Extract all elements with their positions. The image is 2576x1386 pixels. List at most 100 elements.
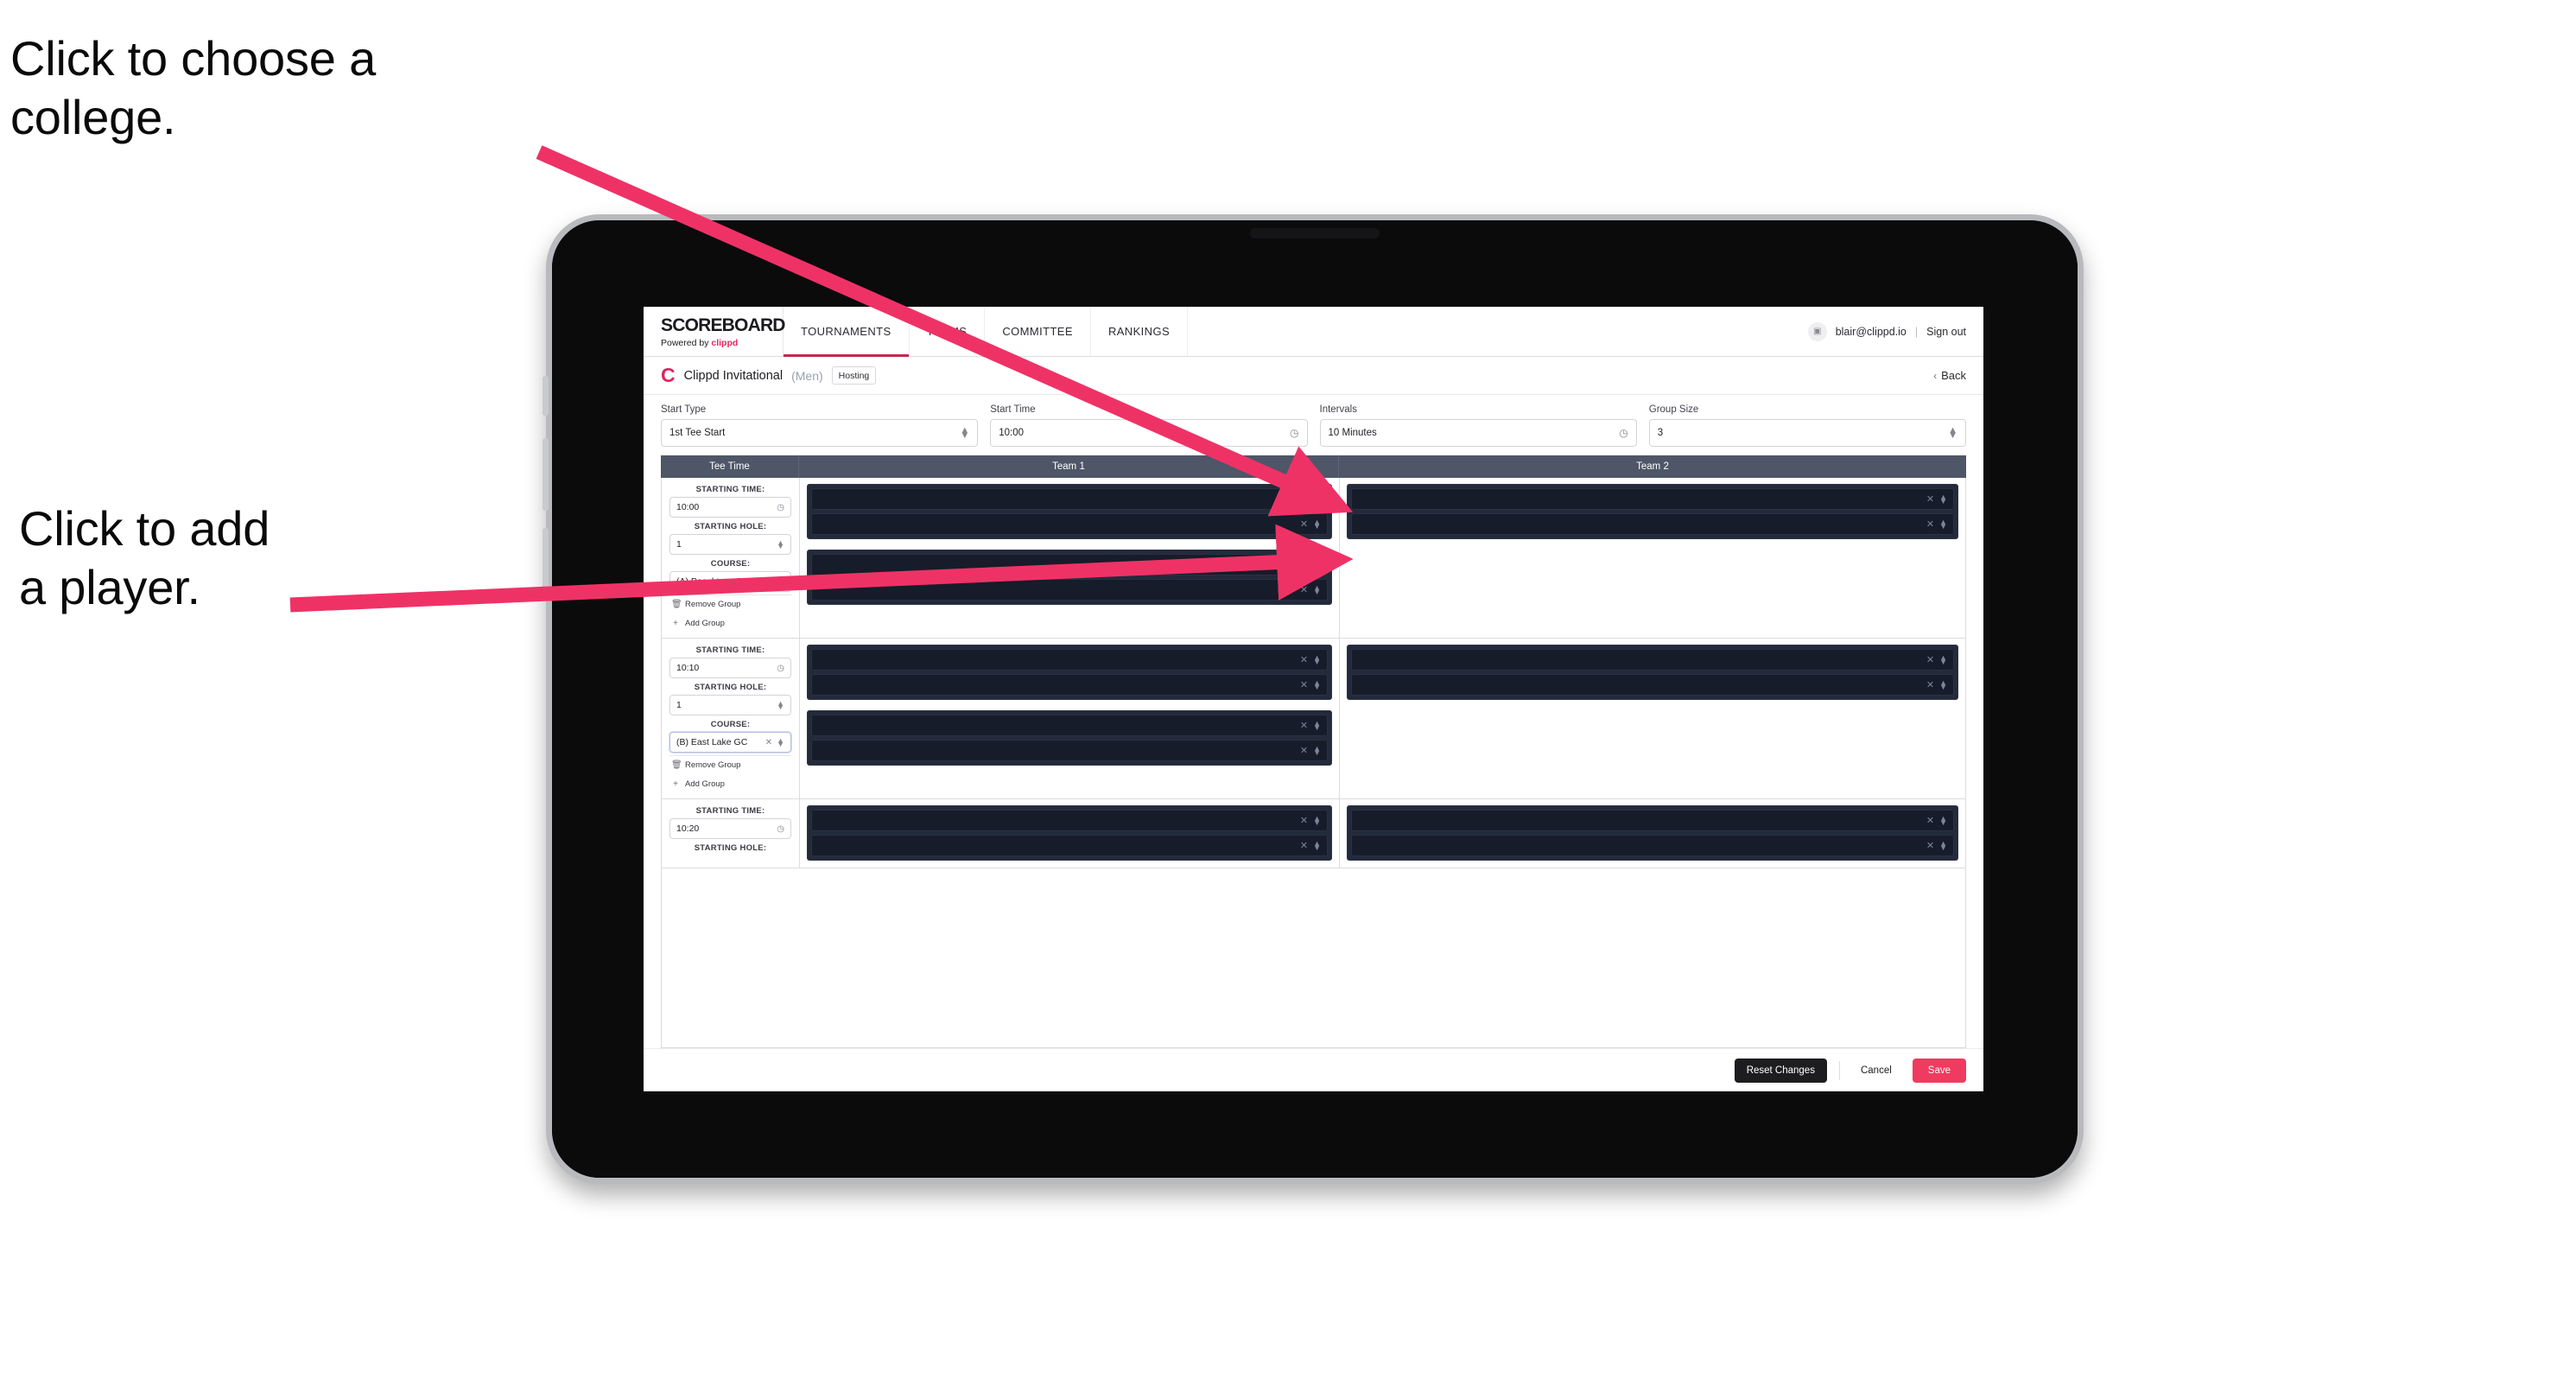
starting-time-value: 10:20 [676, 823, 700, 834]
clear-x-icon[interactable]: ✕ [1926, 679, 1934, 690]
plus-icon: + [673, 619, 678, 628]
player-slot-row[interactable]: ✕ ▲ ▼ [811, 810, 1328, 831]
clear-x-icon[interactable]: ✕ [1926, 840, 1934, 851]
annotation-choose-college: Click to choose a college. [10, 31, 377, 145]
stepper-icon[interactable]: ▲ ▼ [1948, 425, 1957, 440]
remove-group-button[interactable]: 🗑 Remove Group [669, 594, 791, 612]
clear-x-icon[interactable]: ✕ [1300, 679, 1308, 690]
player-slot-row[interactable]: ✕ ▲ ▼ [1351, 513, 1954, 535]
stepper-icon[interactable]: ▲ ▼ [777, 575, 784, 587]
player-slot-row[interactable]: ✕ ▲ ▼ [811, 513, 1328, 535]
stepper-icon[interactable]: ▲ ▼ [1939, 815, 1947, 826]
stepper-icon[interactable]: ▲ ▼ [777, 736, 784, 747]
clear-x-icon[interactable]: ✕ [1300, 584, 1308, 595]
clear-x-icon[interactable]: ✕ [1300, 815, 1308, 826]
add-group-button[interactable]: + Add Group [669, 775, 791, 792]
stepper-icon[interactable]: ▲ ▼ [1313, 493, 1321, 505]
clear-x-icon[interactable]: ✕ [1926, 493, 1934, 505]
start-type-select[interactable]: 1st Tee Start ▲ ▼ [661, 419, 979, 447]
starting-hole-input[interactable]: 1 ▲ ▼ [669, 695, 791, 715]
starting-time-input[interactable]: 10:20 ◷ [669, 818, 791, 839]
starting-hole-input[interactable]: 1 ▲ ▼ [669, 534, 791, 555]
clear-x-icon[interactable]: ✕ [1300, 518, 1308, 530]
stepper-icon[interactable]: ▲ ▼ [1939, 518, 1947, 530]
player-slot-row[interactable]: ✕ ▲ ▼ [1351, 810, 1954, 831]
device-button-top [542, 376, 549, 416]
stepper-icon[interactable]: ▲ ▼ [1313, 584, 1321, 595]
brand-title: SCOREBOARD [661, 315, 785, 335]
clock-icon[interactable]: ◷ [777, 664, 784, 673]
footer-divider [1838, 1060, 1840, 1080]
stepper-icon[interactable]: ▲ ▼ [1313, 559, 1321, 570]
save-button[interactable]: Save [1912, 1058, 1966, 1083]
group-size-select[interactable]: 3 ▲ ▼ [1648, 419, 1966, 447]
clear-x-icon[interactable]: ✕ [1926, 518, 1934, 530]
reset-changes-button[interactable]: Reset Changes [1734, 1058, 1827, 1083]
remove-group-button[interactable]: 🗑 Remove Group [669, 755, 791, 772]
clear-x-icon[interactable]: ✕ [1300, 840, 1308, 851]
stepper-icon[interactable]: ▲ ▼ [1313, 815, 1321, 826]
player-slot-row[interactable]: ✕ ▲ ▼ [811, 740, 1328, 761]
clear-x-icon[interactable]: ✕ [1300, 654, 1308, 665]
clock-icon[interactable]: ◷ [777, 503, 784, 512]
clear-x-icon[interactable]: ✕ [1300, 493, 1308, 505]
player-slot-row[interactable]: ✕ ▲ ▼ [811, 579, 1328, 601]
player-slot-row[interactable]: ✕ ▲ ▼ [1351, 488, 1954, 510]
stepper-icon[interactable]: ▲ ▼ [1313, 679, 1321, 690]
course-select[interactable]: (A) Peachtree GC ✕ ▲ ▼ [669, 571, 791, 592]
player-slot-row[interactable]: ✕ ▲ ▼ [1351, 674, 1954, 696]
stepper-icon[interactable]: ▲ ▼ [777, 699, 784, 710]
stepper-icon[interactable]: ▲ ▼ [1939, 654, 1947, 665]
brand-logo[interactable]: SCOREBOARD Powered by clippd [644, 307, 785, 356]
clock-icon[interactable]: ◷ [777, 824, 784, 834]
sign-out-link[interactable]: Sign out [1926, 326, 1966, 338]
clear-x-icon[interactable]: ✕ [765, 738, 772, 747]
stepper-icon[interactable]: ▲ ▼ [1313, 840, 1321, 851]
tab-tournaments[interactable]: TOURNAMENTS [784, 307, 910, 357]
stepper-icon[interactable]: ▲ ▼ [1939, 840, 1947, 851]
player-row-icons: ✕ ▲ ▼ [1926, 679, 1947, 690]
user-avatar-icon[interactable]: ▣ [1807, 321, 1827, 341]
stepper-icon[interactable]: ▲ ▼ [1313, 745, 1321, 756]
tab-committee[interactable]: COMMITTEE [985, 307, 1091, 356]
clear-x-icon[interactable]: ✕ [1300, 745, 1308, 756]
player-slot-row[interactable]: ✕ ▲ ▼ [811, 674, 1328, 696]
player-slot-row[interactable]: ✕ ▲ ▼ [1351, 835, 1954, 856]
clear-x-icon[interactable]: ✕ [1300, 720, 1308, 731]
stepper-icon[interactable]: ▲ ▼ [1939, 493, 1947, 505]
player-slot-row[interactable]: ✕ ▲ ▼ [1351, 649, 1954, 671]
cancel-button[interactable]: Cancel [1852, 1059, 1900, 1083]
course-select[interactable]: (B) East Lake GC ✕ ▲ ▼ [669, 732, 791, 753]
add-group-button[interactable]: + Add Group [669, 614, 791, 631]
stepper-icon[interactable]: ▲ ▼ [1313, 518, 1321, 530]
team-2-column: ✕ ▲ ▼ ✕ ▲ ▼ [1340, 799, 1965, 868]
stepper-icon[interactable]: ▲ ▼ [1313, 720, 1321, 731]
player-slot-row[interactable]: ✕ ▲ ▼ [811, 835, 1328, 856]
clock-icon[interactable]: ◷ [1619, 427, 1627, 439]
player-slot-row[interactable]: ✕ ▲ ▼ [811, 488, 1328, 510]
stepper-icon[interactable]: ▲ ▼ [1939, 679, 1947, 690]
player-slot-row[interactable]: ✕ ▲ ▼ [811, 554, 1328, 575]
clear-x-icon[interactable]: ✕ [1926, 815, 1934, 826]
starting-time-input[interactable]: 10:00 ◷ [669, 497, 791, 518]
stepper-icon[interactable]: ▲ ▼ [960, 425, 969, 440]
player-row-icons: ✕ ▲ ▼ [1926, 493, 1947, 505]
tab-rankings[interactable]: RANKINGS [1091, 307, 1189, 356]
player-slot-row[interactable]: ✕ ▲ ▼ [811, 715, 1328, 736]
player-slot-row[interactable]: ✕ ▲ ▼ [811, 649, 1328, 671]
intervals-input[interactable]: 10 Minutes ◷ [1319, 419, 1637, 447]
clear-x-icon[interactable]: ✕ [765, 577, 772, 587]
tab-teams[interactable]: TEAMS [910, 307, 986, 356]
trash-icon: 🗑 [671, 600, 682, 609]
clock-icon[interactable]: ◷ [1290, 427, 1298, 439]
starting-hole-value: 1 [676, 539, 682, 550]
start-time-input[interactable]: 10:00 ◷ [990, 419, 1308, 447]
back-button[interactable]: ‹ Back [1933, 369, 1966, 382]
stepper-icon[interactable]: ▲ ▼ [777, 538, 784, 550]
player-row-icons: ✕ ▲ ▼ [1926, 654, 1947, 665]
clear-x-icon[interactable]: ✕ [1300, 559, 1308, 570]
starting-time-input[interactable]: 10:10 ◷ [669, 658, 791, 678]
clear-x-icon[interactable]: ✕ [1926, 654, 1934, 665]
table-body[interactable]: STARTING TIME: 10:00 ◷ STARTING HOLE: 1 ▲ ▼ COU… [661, 478, 1966, 1048]
stepper-icon[interactable]: ▲ ▼ [1313, 654, 1321, 665]
